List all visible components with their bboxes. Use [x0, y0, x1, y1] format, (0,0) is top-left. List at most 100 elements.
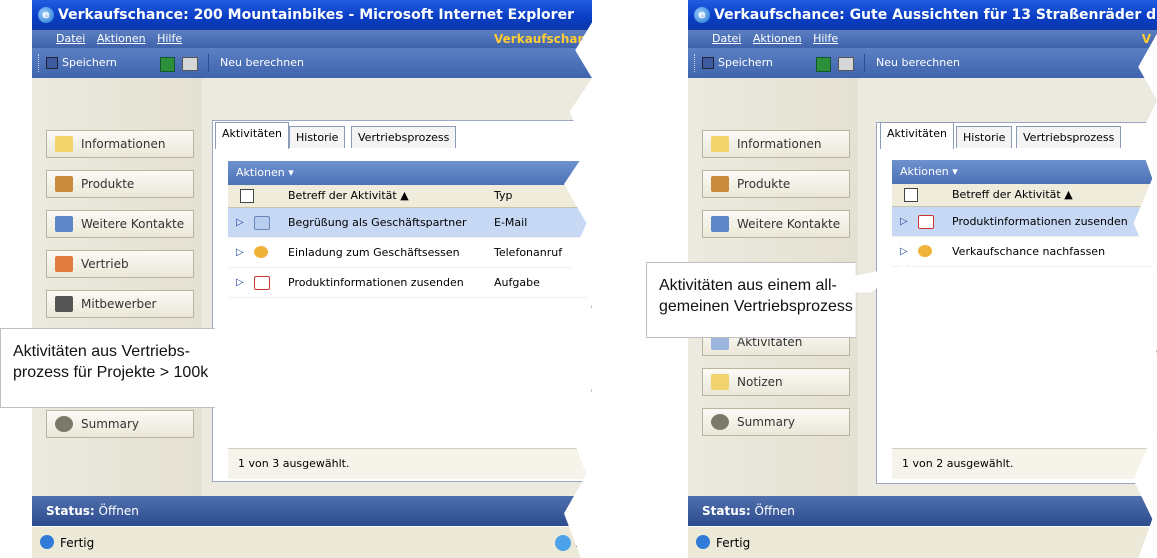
- task-icon: [254, 276, 270, 290]
- contact-card-icon: [711, 216, 729, 232]
- recalculate-button[interactable]: Neu berechnen: [220, 48, 304, 78]
- column-type[interactable]: Typ: [494, 185, 513, 207]
- nav-produkte[interactable]: Produkte: [46, 170, 194, 198]
- tab-vertriebsprozess[interactable]: Vertriebsprozess: [1016, 126, 1122, 148]
- brand-label: V: [1141, 32, 1151, 46]
- nav-informationen[interactable]: Informationen: [46, 130, 194, 158]
- select-all-checkbox[interactable]: [904, 188, 918, 202]
- nav-vertrieb[interactable]: Vertrieb: [46, 250, 194, 278]
- save-close-icon[interactable]: [160, 57, 175, 72]
- phone-icon: [254, 246, 268, 258]
- tab-historie[interactable]: Historie: [956, 126, 1013, 148]
- left-window: e Verkaufschance: 200 Mountainbikes - Mi…: [32, 0, 592, 558]
- expand-icon[interactable]: ▷: [236, 238, 244, 267]
- row-type: Aufgabe: [494, 276, 540, 289]
- save-icon: [702, 57, 714, 69]
- row-type: E-Mail: [494, 216, 528, 229]
- task-icon: [918, 215, 934, 229]
- toolbar-divider: [864, 54, 865, 72]
- callout-line: prozess für Projekte > 100k: [13, 364, 209, 381]
- save-button[interactable]: Speichern: [702, 48, 773, 78]
- ie-icon: e: [38, 7, 54, 23]
- activities-grid: Aktionen ▾ Betreff der Aktivität ▲ Typ ▷…: [228, 161, 592, 298]
- nav-label: Notizen: [737, 375, 783, 389]
- status-label: Status:: [702, 504, 751, 518]
- folder-icon: [711, 136, 729, 152]
- window-titlebar: e Verkaufschance: Gute Aussichten für 13…: [688, 0, 1157, 30]
- content-area: Informationen Produkte Weitere Kontakte …: [32, 78, 592, 496]
- contact-card-icon: [55, 216, 73, 232]
- menu-aktionen[interactable]: Aktionen: [753, 32, 802, 45]
- status-label: Status:: [46, 504, 95, 518]
- column-subject[interactable]: Betreff der Aktivität ▲: [952, 184, 1073, 206]
- sidebar-nav: Informationen Produkte Weitere Kontakte …: [32, 78, 202, 496]
- folder-icon: [55, 136, 73, 152]
- nav-notizen[interactable]: Notizen: [702, 368, 850, 396]
- zone-icon: [554, 535, 571, 551]
- column-subject[interactable]: Betreff der Aktivität ▲: [288, 185, 409, 207]
- nav-label: Summary: [81, 417, 139, 431]
- table-row[interactable]: ▷ Produktinformationen zusenden Aufgabe: [228, 268, 592, 298]
- nav-summary[interactable]: Summary: [702, 408, 850, 436]
- competitor-icon: [55, 296, 73, 312]
- actions-menu[interactable]: Aktionen ▾: [892, 160, 1157, 184]
- activities-grid: Aktionen ▾ Betreff der Aktivität ▲ ▷ Pro…: [892, 160, 1157, 267]
- tab-vertriebsprozess[interactable]: Vertriebsprozess: [351, 126, 457, 148]
- menu-datei[interactable]: Datei: [56, 32, 85, 45]
- save-label: Speichern: [62, 56, 117, 69]
- toolbar-grip: [38, 54, 42, 72]
- chart-icon: [55, 256, 73, 272]
- callout-line: Aktivitäten aus Vertriebs-: [13, 343, 190, 360]
- menu-aktionen[interactable]: Aktionen: [97, 32, 146, 45]
- table-row[interactable]: ▷ Produktinformationen zusenden: [892, 207, 1157, 237]
- browser-status-text: Fertig: [60, 536, 95, 550]
- save-icon: [46, 57, 58, 69]
- nav-label: Summary: [737, 415, 795, 429]
- nav-summary[interactable]: Summary: [46, 410, 194, 438]
- expand-icon[interactable]: ▷: [236, 268, 244, 297]
- select-all-checkbox[interactable]: [240, 189, 254, 203]
- nav-mitbewerber[interactable]: Mitbewerber: [46, 290, 194, 318]
- nav-weitere-kontakte[interactable]: Weitere Kontakte: [702, 210, 850, 238]
- tab-aktivitaeten[interactable]: Aktivitäten: [880, 122, 954, 149]
- zone-label: Lol: [574, 536, 592, 550]
- zone-indicator: Lol: [554, 533, 592, 553]
- nav-informationen[interactable]: Informationen: [702, 130, 850, 158]
- nav-label: Informationen: [81, 137, 166, 151]
- row-subject: Begrüßung als Geschäftspartner: [288, 216, 467, 229]
- row-subject: Produktinformationen zusenden: [952, 215, 1128, 228]
- nav-produkte[interactable]: Produkte: [702, 170, 850, 198]
- grid-header: Betreff der Aktivität ▲: [892, 184, 1157, 207]
- menu-datei[interactable]: Datei: [712, 32, 741, 45]
- summary-icon: [711, 414, 729, 430]
- expand-icon[interactable]: ▷: [900, 237, 908, 266]
- nav-label: Produkte: [81, 177, 135, 191]
- table-row[interactable]: ▷ Begrüßung als Geschäftspartner E-Mail: [228, 208, 592, 238]
- table-row[interactable]: ▷ Verkaufschance nachfassen: [892, 237, 1157, 267]
- status-value: Öffnen: [98, 504, 139, 518]
- toolbar-divider: [208, 54, 209, 72]
- menu-hilfe[interactable]: Hilfe: [157, 32, 182, 45]
- browser-statusbar: Fertig: [688, 526, 1157, 558]
- table-row[interactable]: ▷ Einladung zum Geschäftsessen Telefonan…: [228, 238, 592, 268]
- email-icon: [254, 216, 270, 230]
- print-icon[interactable]: [182, 57, 198, 71]
- recalculate-button[interactable]: Neu berechnen: [876, 48, 960, 78]
- nav-label: Vertrieb: [81, 257, 129, 271]
- tab-aktivitaeten[interactable]: Aktivitäten: [215, 122, 289, 149]
- save-button[interactable]: Speichern: [46, 48, 117, 78]
- selection-count: 1 von 3 ausgewählt.: [228, 448, 592, 479]
- toolbar: Speichern Neu berechnen: [32, 48, 592, 78]
- menu-hilfe[interactable]: Hilfe: [813, 32, 838, 45]
- notes-icon: [711, 374, 729, 390]
- actions-menu[interactable]: Aktionen ▾: [228, 161, 592, 185]
- brand-label: Verkaufschan: [494, 32, 586, 46]
- expand-icon[interactable]: ▷: [236, 208, 244, 237]
- tab-historie[interactable]: Historie: [289, 126, 346, 148]
- print-icon[interactable]: [838, 57, 854, 71]
- save-close-icon[interactable]: [816, 57, 831, 72]
- row-subject: Produktinformationen zusenden: [288, 276, 464, 289]
- nav-weitere-kontakte[interactable]: Weitere Kontakte: [46, 210, 194, 238]
- selection-count: 1 von 2 ausgewählt.: [892, 448, 1157, 479]
- expand-icon[interactable]: ▷: [900, 207, 908, 236]
